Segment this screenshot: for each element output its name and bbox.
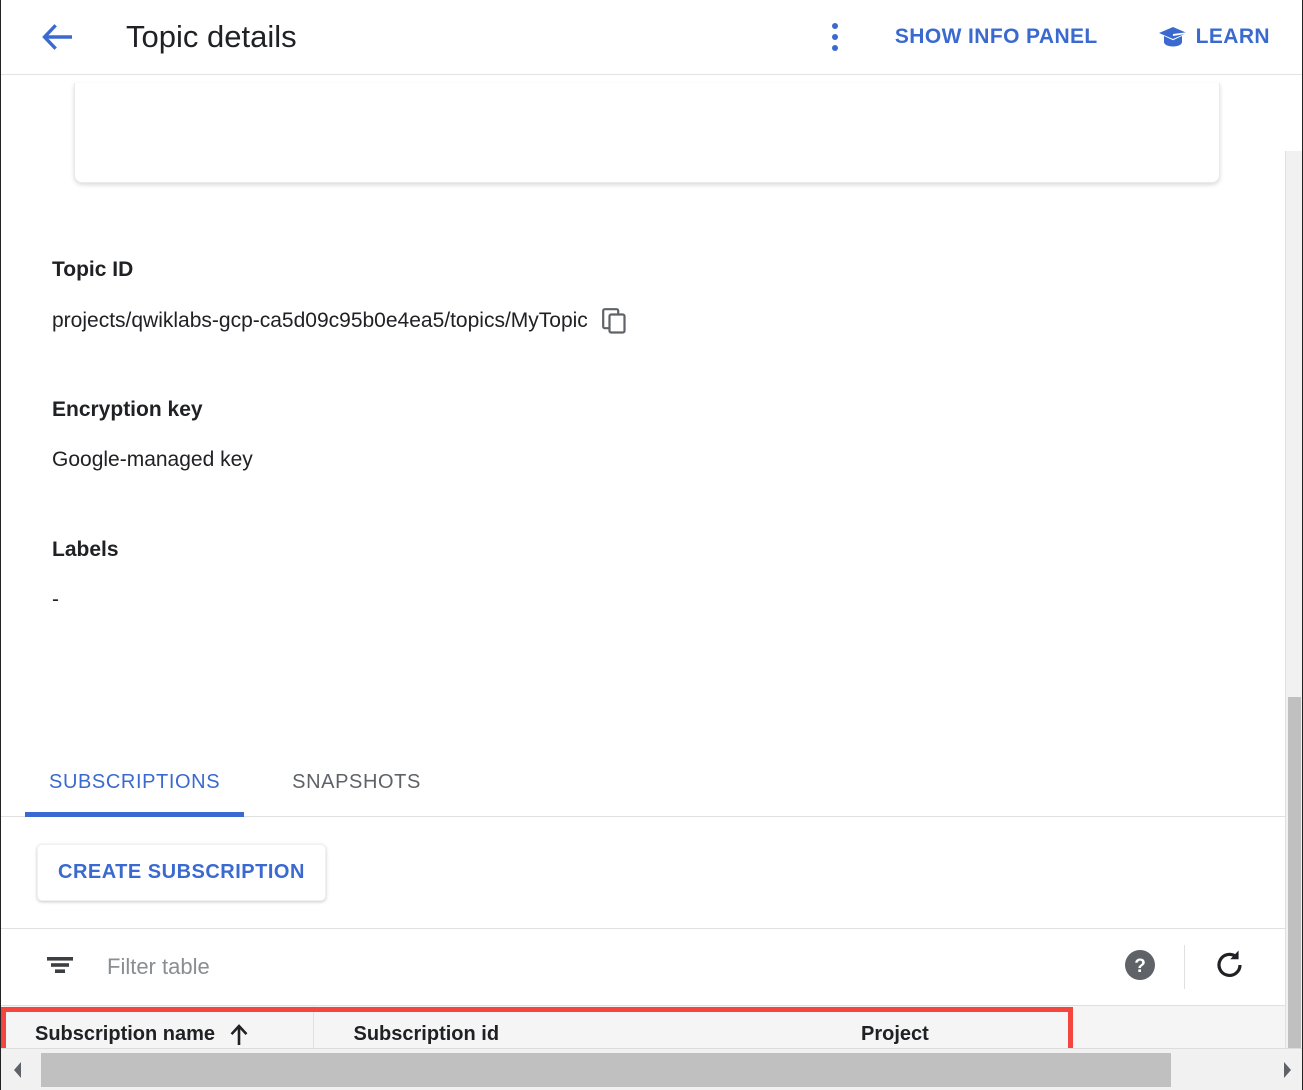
toolbar-divider bbox=[1184, 945, 1185, 989]
tab-snapshots-label: SNAPSHOTS bbox=[292, 771, 421, 793]
tab-bar: SUBSCRIPTIONS SNAPSHOTS bbox=[1, 745, 1287, 817]
labels-label: Labels bbox=[52, 538, 119, 561]
copy-icon[interactable] bbox=[601, 308, 627, 334]
learn-button[interactable]: LEARN bbox=[1158, 25, 1270, 49]
refresh-icon[interactable] bbox=[1213, 948, 1247, 987]
table-action-row: CREATE SUBSCRIPTION bbox=[1, 817, 1287, 929]
sort-ascending-icon bbox=[229, 1023, 249, 1047]
app-bar: Topic details SHOW INFO PANEL LEARN bbox=[1, 0, 1302, 75]
vertical-scrollbar-thumb[interactable] bbox=[1288, 697, 1301, 1089]
labels-value: - bbox=[52, 588, 59, 611]
topic-id-block: Topic ID bbox=[52, 258, 133, 282]
graduation-cap-icon bbox=[1158, 25, 1188, 49]
show-info-panel-label: SHOW INFO PANEL bbox=[894, 25, 1098, 48]
back-arrow-icon[interactable] bbox=[35, 14, 81, 60]
topic-id-value-row: projects/qwiklabs-gcp-ca5d09c95b0e4ea5/t… bbox=[52, 308, 627, 334]
filter-bar: ? bbox=[1, 929, 1287, 1005]
help-circle-icon[interactable]: ? bbox=[1124, 949, 1156, 986]
topic-id-label: Topic ID bbox=[52, 258, 134, 281]
svg-text:?: ? bbox=[1134, 956, 1146, 977]
column-header-project-label: Project bbox=[861, 1023, 929, 1045]
topic-id-value: projects/qwiklabs-gcp-ca5d09c95b0e4ea5/t… bbox=[52, 309, 588, 332]
chevron-left-icon[interactable] bbox=[1, 1050, 35, 1090]
horizontal-scrollbar-thumb[interactable] bbox=[41, 1052, 1171, 1087]
vertical-scrollbar[interactable] bbox=[1285, 151, 1302, 1089]
topic-details-page: Topic details SHOW INFO PANEL LEARN Topi… bbox=[0, 0, 1303, 1090]
tab-snapshots[interactable]: SNAPSHOTS bbox=[268, 771, 445, 816]
tab-subscriptions[interactable]: SUBSCRIPTIONS bbox=[25, 771, 245, 817]
encryption-key-label: Encryption key bbox=[52, 398, 203, 421]
column-header-subscription-name-label: Subscription name bbox=[35, 1023, 216, 1045]
encryption-key-value: Google-managed key bbox=[52, 448, 253, 471]
content-scroll-area[interactable]: Topic ID projects/qwiklabs-gcp-ca5d09c95… bbox=[1, 75, 1302, 1089]
page-title: Topic details bbox=[126, 19, 297, 54]
topic-summary-card bbox=[74, 83, 1220, 183]
filter-input[interactable] bbox=[105, 953, 1124, 981]
column-header-subscription-id-label: Subscription id bbox=[353, 1023, 500, 1045]
filter-list-icon[interactable] bbox=[45, 954, 75, 981]
encryption-key-value-row: Google-managed key bbox=[52, 448, 253, 472]
horizontal-scrollbar-track[interactable] bbox=[35, 1050, 1270, 1090]
tab-subscriptions-label: SUBSCRIPTIONS bbox=[49, 771, 221, 793]
encryption-key-block: Encryption key bbox=[52, 398, 203, 422]
learn-label: LEARN bbox=[1195, 25, 1270, 48]
labels-value-row: - bbox=[52, 588, 59, 612]
show-info-panel-button[interactable]: SHOW INFO PANEL bbox=[895, 25, 1098, 49]
labels-block: Labels bbox=[52, 538, 119, 562]
chevron-right-icon[interactable] bbox=[1270, 1050, 1302, 1090]
create-subscription-button[interactable]: CREATE SUBSCRIPTION bbox=[37, 844, 326, 901]
horizontal-scrollbar[interactable] bbox=[1, 1048, 1302, 1090]
more-vert-icon[interactable] bbox=[813, 15, 857, 59]
